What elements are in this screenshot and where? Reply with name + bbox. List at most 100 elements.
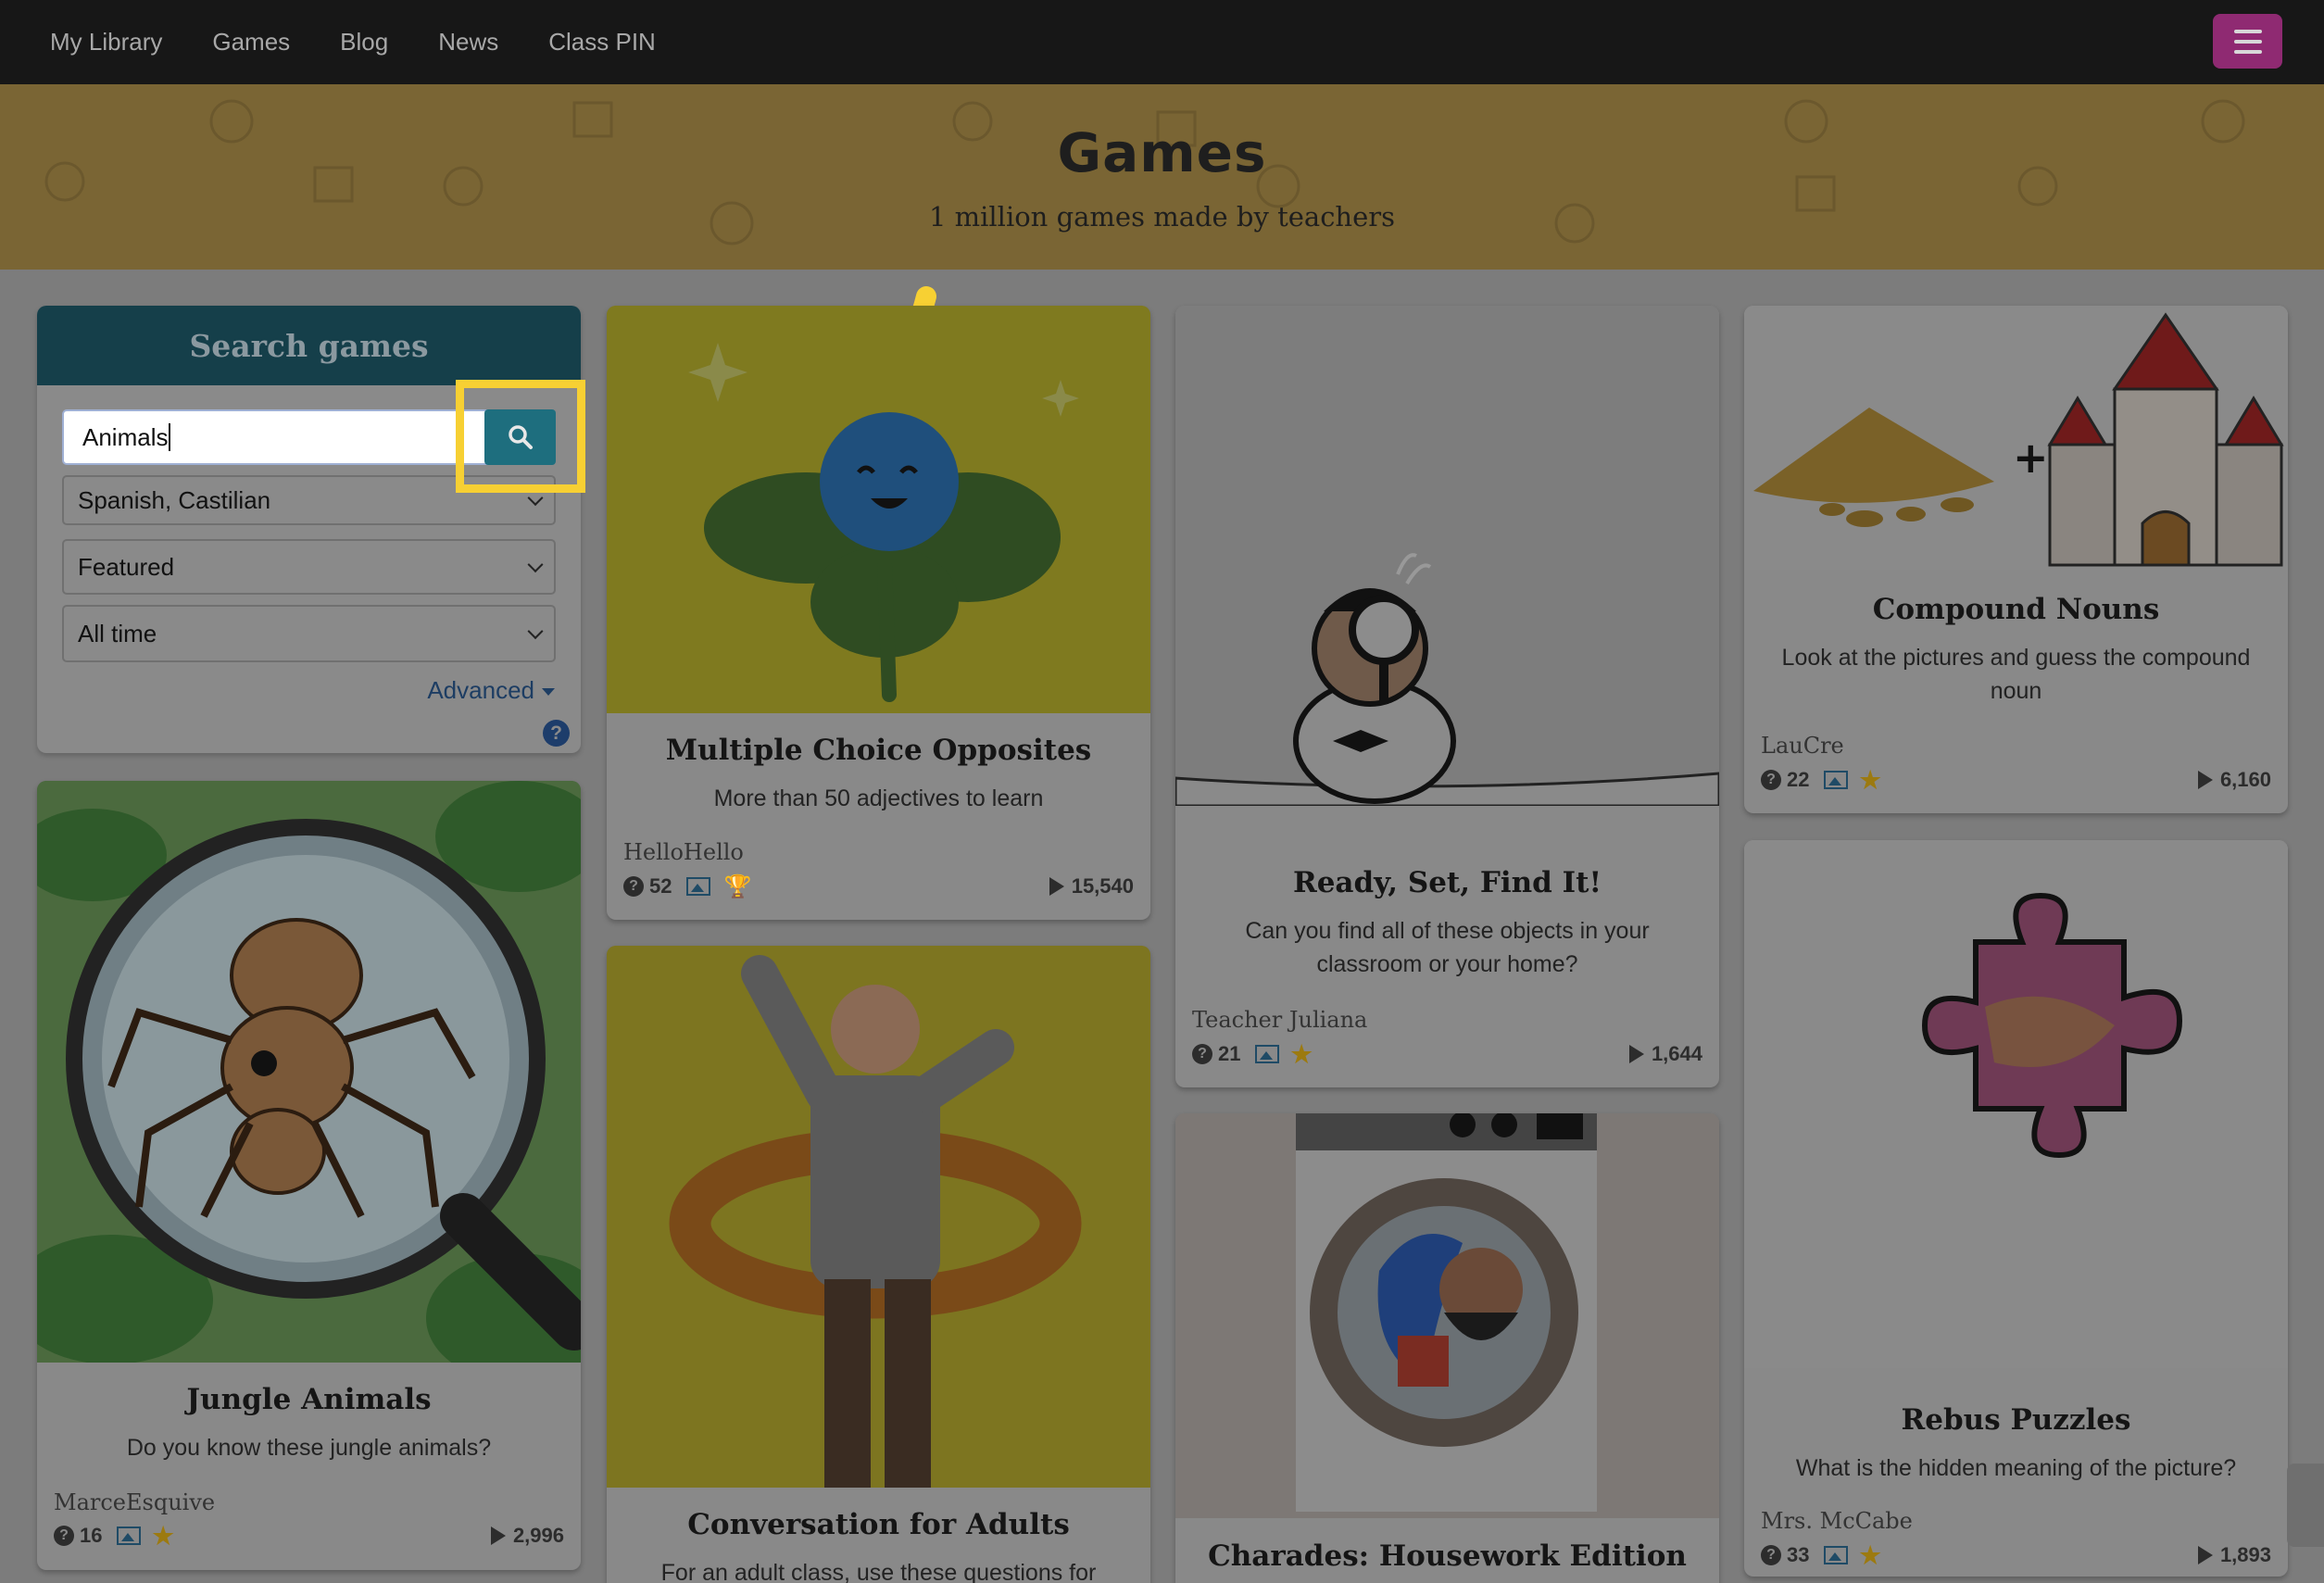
game-card-stats: ? 16 ★ 2,996 [54,1522,564,1550]
game-thumbnail [607,306,1150,713]
star-icon: ★ [1859,1540,1881,1569]
search-input-value: Animals [82,422,169,451]
game-card-multiple-choice-opposites[interactable]: Multiple Choice Opposites More than 50 a… [607,306,1150,920]
nav-news[interactable]: News [438,28,498,57]
play-icon [1628,1045,1644,1063]
game-card-title: Compound Nouns [1872,593,2160,626]
game-card-ready-set-find-it[interactable]: Ready, Set, Find It! Can you find all of… [1175,306,1719,1087]
game-card-title: Charades: Housework Edition [1208,1539,1687,1573]
game-thumbnail [1175,1113,1719,1518]
nav-blog[interactable]: Blog [340,28,388,57]
game-thumbnail [1175,306,1719,806]
search-input[interactable]: Animals [62,409,488,465]
game-thumbnail: + [1744,306,2288,570]
play-count-value: 2,996 [512,1524,564,1547]
image-icon [1255,1045,1280,1063]
image-icon [117,1526,142,1545]
star-icon: ★ [1859,765,1881,794]
game-card-stats: ? 33 ★ 1,893 [1761,1541,2271,1569]
search-panel-title: Search games [189,327,429,364]
search-panel-header: Search games [37,306,581,385]
game-card-stats: ? 52 🏆 15,540 [623,873,1134,900]
game-thumbnail [1744,840,2288,1368]
game-card-description: Do you know these jungle animals? [126,1435,492,1461]
play-count: 1,893 [2197,1543,2271,1567]
game-card-title: Rebus Puzzles [1901,1403,2131,1437]
game-card-conversation-for-adults[interactable]: Conversation for Adults For an adult cla… [607,946,1150,1583]
question-count: 33 [1787,1543,1810,1566]
sort-select-value: Featured [78,552,175,581]
top-navbar: My Library Games Blog News Class PIN [0,0,2324,84]
advanced-search-link[interactable]: Advanced [427,676,555,705]
question-icon: ? [54,1526,74,1546]
question-icon: ? [623,876,644,897]
chevron-down-icon [527,623,544,640]
game-card-title: Conversation for Adults [687,1508,1070,1541]
play-count: 2,996 [490,1524,564,1548]
game-card-author[interactable]: LauCre [1761,733,1844,759]
game-card-author[interactable]: Teacher Juliana [1192,1007,1367,1033]
chevron-down-icon [527,557,544,573]
game-card-rebus-puzzles[interactable]: Rebus Puzzles What is the hidden meaning… [1744,840,2288,1577]
sort-select[interactable]: Featured [62,539,556,595]
svg-text:+: + [2013,433,2049,483]
play-count-value: 1,644 [1651,1042,1702,1065]
play-count-value: 15,540 [1071,874,1134,898]
play-count: 1,644 [1628,1042,1702,1066]
page-title: Games [1057,121,1267,184]
game-card-description: For an adult class, use these questions … [660,1560,1097,1583]
nav-games[interactable]: Games [212,28,290,57]
nav-class-pin[interactable]: Class PIN [548,28,656,57]
page-subtitle: 1 million games made by teachers [928,201,1396,232]
period-select[interactable]: All time [62,605,556,662]
hamburger-menu-button[interactable] [2213,14,2282,69]
game-card-description: Look at the pictures and guess the compo… [1781,645,2251,704]
play-count-value: 1,893 [2219,1543,2271,1566]
play-count: 6,160 [2197,768,2271,792]
star-icon: ★ [152,1521,174,1550]
play-icon [2197,771,2213,789]
game-card-stats: ? 22 ★ 6,160 [1761,766,2271,794]
games-banner: Games 1 million games made by teachers [0,84,2324,270]
game-card-author[interactable]: MarceEsquive [54,1489,215,1515]
game-card-description: More than 50 adjectives to learn [713,785,1044,811]
question-count: 52 [649,874,672,898]
trophy-icon: 🏆 [723,873,752,899]
caret-down-icon [542,688,555,697]
game-card-compound-nouns[interactable]: + Compound Nouns Look at the pictures an… [1744,306,2288,813]
play-icon [2197,1546,2213,1564]
game-card-jungle-animals[interactable]: Jungle Animals Do you know these jungle … [37,781,581,1570]
question-icon: ? [1192,1044,1212,1064]
game-card-description: What is the hidden meaning of the pictur… [1795,1455,2237,1481]
image-icon [1824,771,1849,789]
game-card-author[interactable]: HelloHello [623,839,744,865]
game-card-description: Can you find all of these objects in you… [1245,918,1650,977]
question-icon: ? [1761,1545,1781,1565]
question-count: 16 [80,1524,103,1547]
nav-my-library[interactable]: My Library [50,28,162,57]
advanced-search-label: Advanced [427,676,534,704]
play-icon [1049,877,1064,896]
game-card-title: Jungle Animals [186,1383,432,1416]
star-icon: ★ [1290,1039,1313,1068]
play-icon [490,1526,506,1545]
game-card-title: Multiple Choice Opposites [665,734,1092,767]
game-thumbnail [607,946,1150,1488]
help-icon[interactable]: ? [543,720,570,747]
period-select-value: All time [78,619,157,647]
image-icon [686,877,711,896]
game-card-charades-housework-edition[interactable]: Charades: Housework Edition [1175,1113,1719,1583]
image-icon [1824,1546,1849,1564]
game-card-title: Ready, Set, Find It! [1292,866,1602,899]
question-count: 22 [1787,768,1810,791]
play-count: 15,540 [1049,874,1134,898]
question-count: 21 [1218,1042,1241,1065]
tutorial-highlight-box [456,380,585,493]
language-select-value: Spanish, Castilian [78,485,271,514]
side-expand-tab[interactable] [2287,1464,2324,1547]
hamburger-icon [2233,29,2262,33]
game-card-author[interactable]: Mrs. McCabe [1761,1508,1913,1534]
game-card-stats: ? 21 ★ 1,644 [1192,1040,1702,1068]
question-icon: ? [1761,770,1781,790]
search-games-panel: Search games Animals Spanish, Castilian … [37,306,581,753]
